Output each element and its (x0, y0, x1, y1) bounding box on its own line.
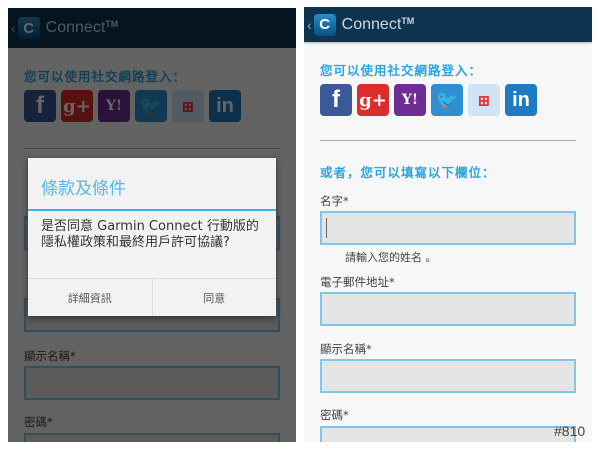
google-plus-icon[interactable]: g+ (357, 84, 389, 116)
social-icons: f g+ Y! 🐦 ⊞ in (320, 84, 537, 116)
windows-icon[interactable]: ⊞ (468, 84, 500, 116)
app-title: ConnectTM (342, 16, 415, 34)
app-header: ‹ C ConnectTM (304, 7, 592, 42)
signup-screen: ‹ C ConnectTM 您可以使用社交網路登入： f g+ Y! 🐦 ⊞ i… (304, 7, 592, 442)
social-login-heading: 您可以使用社交網路登入： (320, 63, 483, 78)
email-input[interactable] (320, 292, 576, 326)
twitter-icon[interactable]: 🐦 (431, 84, 463, 116)
trademark: TM (401, 15, 415, 26)
agree-button[interactable]: 同意 (151, 279, 277, 316)
terms-dialog: 條款及條件 是否同意 Garmin Connect 行動版的隱私權政策和最終用戶… (28, 158, 276, 316)
form-heading: 或者，您可以填寫以下欄位： (320, 165, 496, 180)
app-title-text: Connect (341, 15, 402, 33)
linkedin-icon[interactable]: in (505, 84, 537, 116)
yahoo-icon[interactable]: Y! (394, 84, 426, 116)
password-label: 密碼* (320, 408, 349, 422)
divider (320, 140, 576, 141)
name-label: 名字* (320, 194, 349, 208)
email-label: 電子郵件地址* (320, 275, 395, 289)
dialog-buttons: 詳細資訊 同意 (28, 278, 276, 316)
connect-logo-icon: C (313, 13, 336, 36)
name-hint: 請輸入您的姓名 。 (345, 251, 437, 264)
dialog-message: 是否同意 Garmin Connect 行動版的隱私權政策和最終用戶許可協議? (41, 219, 259, 250)
details-button[interactable]: 詳細資訊 (28, 279, 152, 316)
screen-with-terms-dialog: ‹ C ConnectTM 您可以使用社交網路登入： f g+ Y! 🐦 ⊞ i… (8, 8, 296, 442)
back-icon[interactable]: ‹ (307, 17, 312, 33)
facebook-icon[interactable]: f (320, 84, 352, 116)
text-caret (326, 218, 327, 238)
password-input[interactable] (320, 426, 576, 442)
display-name-label: 顯示名稱* (320, 342, 372, 356)
display-name-input[interactable] (320, 359, 576, 393)
watermark: #810 (554, 423, 586, 439)
name-input[interactable] (320, 211, 576, 245)
dialog-title: 條款及條件 (28, 158, 276, 211)
